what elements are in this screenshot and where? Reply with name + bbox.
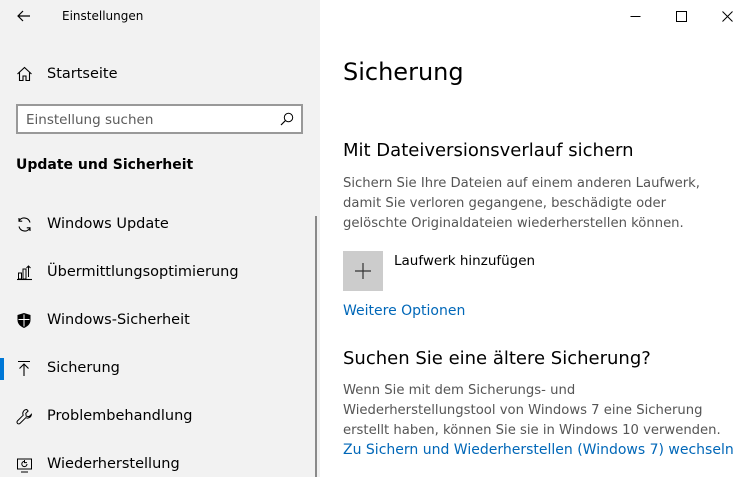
description-line: Wiederherstellungstool von Windows 7 ein… xyxy=(343,403,703,418)
sidebar-scrollbar[interactable] xyxy=(315,216,317,477)
add-drive-button[interactable]: Laufwerk hinzufügen xyxy=(343,251,535,291)
sidebar-item-label: Sicherung xyxy=(47,360,120,376)
close-icon xyxy=(721,10,733,22)
home-icon xyxy=(15,65,33,83)
recovery-icon xyxy=(15,455,33,473)
description-line: Sichern Sie Ihre Dateien auf einem ander… xyxy=(343,176,700,191)
sidebar-item-windows-security[interactable]: Windows-Sicherheit xyxy=(0,298,320,342)
delivery-optimization-icon xyxy=(15,263,33,281)
sidebar: Einstellungen Startseite Update und Sich… xyxy=(0,0,320,477)
selection-indicator xyxy=(0,358,4,380)
maximize-icon xyxy=(675,10,687,22)
sidebar-item-backup[interactable]: Sicherung xyxy=(0,346,320,390)
sidebar-item-home[interactable]: Startseite xyxy=(0,58,320,90)
app-title: Einstellungen xyxy=(62,9,144,23)
back-button[interactable] xyxy=(12,4,36,28)
maximize-button[interactable] xyxy=(658,0,704,32)
backup-restore-windows7-link[interactable]: Zu Sichern und Wiederherstellen (Windows… xyxy=(343,442,734,458)
sync-icon xyxy=(15,215,33,233)
sidebar-item-troubleshoot[interactable]: Problembehandlung xyxy=(0,394,320,438)
minimize-icon xyxy=(630,15,640,17)
more-options-link[interactable]: Weitere Optionen xyxy=(343,303,465,319)
page-title: Sicherung xyxy=(343,58,464,86)
description-line: Wenn Sie mit dem Sicherungs- und xyxy=(343,383,576,398)
search-icon[interactable] xyxy=(279,111,295,127)
sidebar-item-recovery[interactable]: Wiederherstellung xyxy=(0,442,320,477)
add-drive-label[interactable]: Laufwerk hinzufügen xyxy=(394,253,535,269)
sidebar-item-windows-update[interactable]: Windows Update xyxy=(0,202,320,246)
sidebar-item-label: Windows-Sicherheit xyxy=(47,312,190,328)
minimize-button[interactable] xyxy=(612,0,658,32)
close-button[interactable] xyxy=(704,0,750,32)
description-line: erstellt haben, können Sie sie in Window… xyxy=(343,423,721,438)
sidebar-item-label: Übermittlungsoptimierung xyxy=(47,264,239,280)
search-input[interactable] xyxy=(26,110,266,130)
file-history-heading: Mit Dateiversionsverlauf sichern xyxy=(343,140,634,161)
main-content: Sicherung Mit Dateiversionsverlauf siche… xyxy=(320,0,750,477)
wrench-icon xyxy=(15,407,33,425)
sidebar-item-label: Startseite xyxy=(47,66,118,82)
sidebar-item-delivery-optimization[interactable]: Übermittlungsoptimierung xyxy=(0,250,320,294)
sidebar-item-label: Windows Update xyxy=(47,216,169,232)
sidebar-item-label: Wiederherstellung xyxy=(47,456,180,472)
shield-icon xyxy=(15,311,33,329)
back-arrow-icon xyxy=(17,10,30,22)
add-drive-tile[interactable] xyxy=(343,251,383,291)
description-line: gelöschte Originaldateien wiederherstell… xyxy=(343,216,684,231)
plus-icon xyxy=(355,263,371,279)
backup-arrow-icon xyxy=(15,359,33,377)
older-backup-description: Wenn Sie mit dem Sicherungs- und Wiederh… xyxy=(343,381,743,441)
sidebar-item-label: Problembehandlung xyxy=(47,408,193,424)
search-box[interactable] xyxy=(16,104,303,134)
file-history-description: Sichern Sie Ihre Dateien auf einem ander… xyxy=(343,174,743,234)
section-heading: Update und Sicherheit xyxy=(16,157,194,173)
window-controls xyxy=(612,0,750,32)
description-line: damit Sie verloren gegangene, beschädigt… xyxy=(343,196,667,211)
older-backup-heading: Suchen Sie eine ältere Sicherung? xyxy=(343,348,651,369)
